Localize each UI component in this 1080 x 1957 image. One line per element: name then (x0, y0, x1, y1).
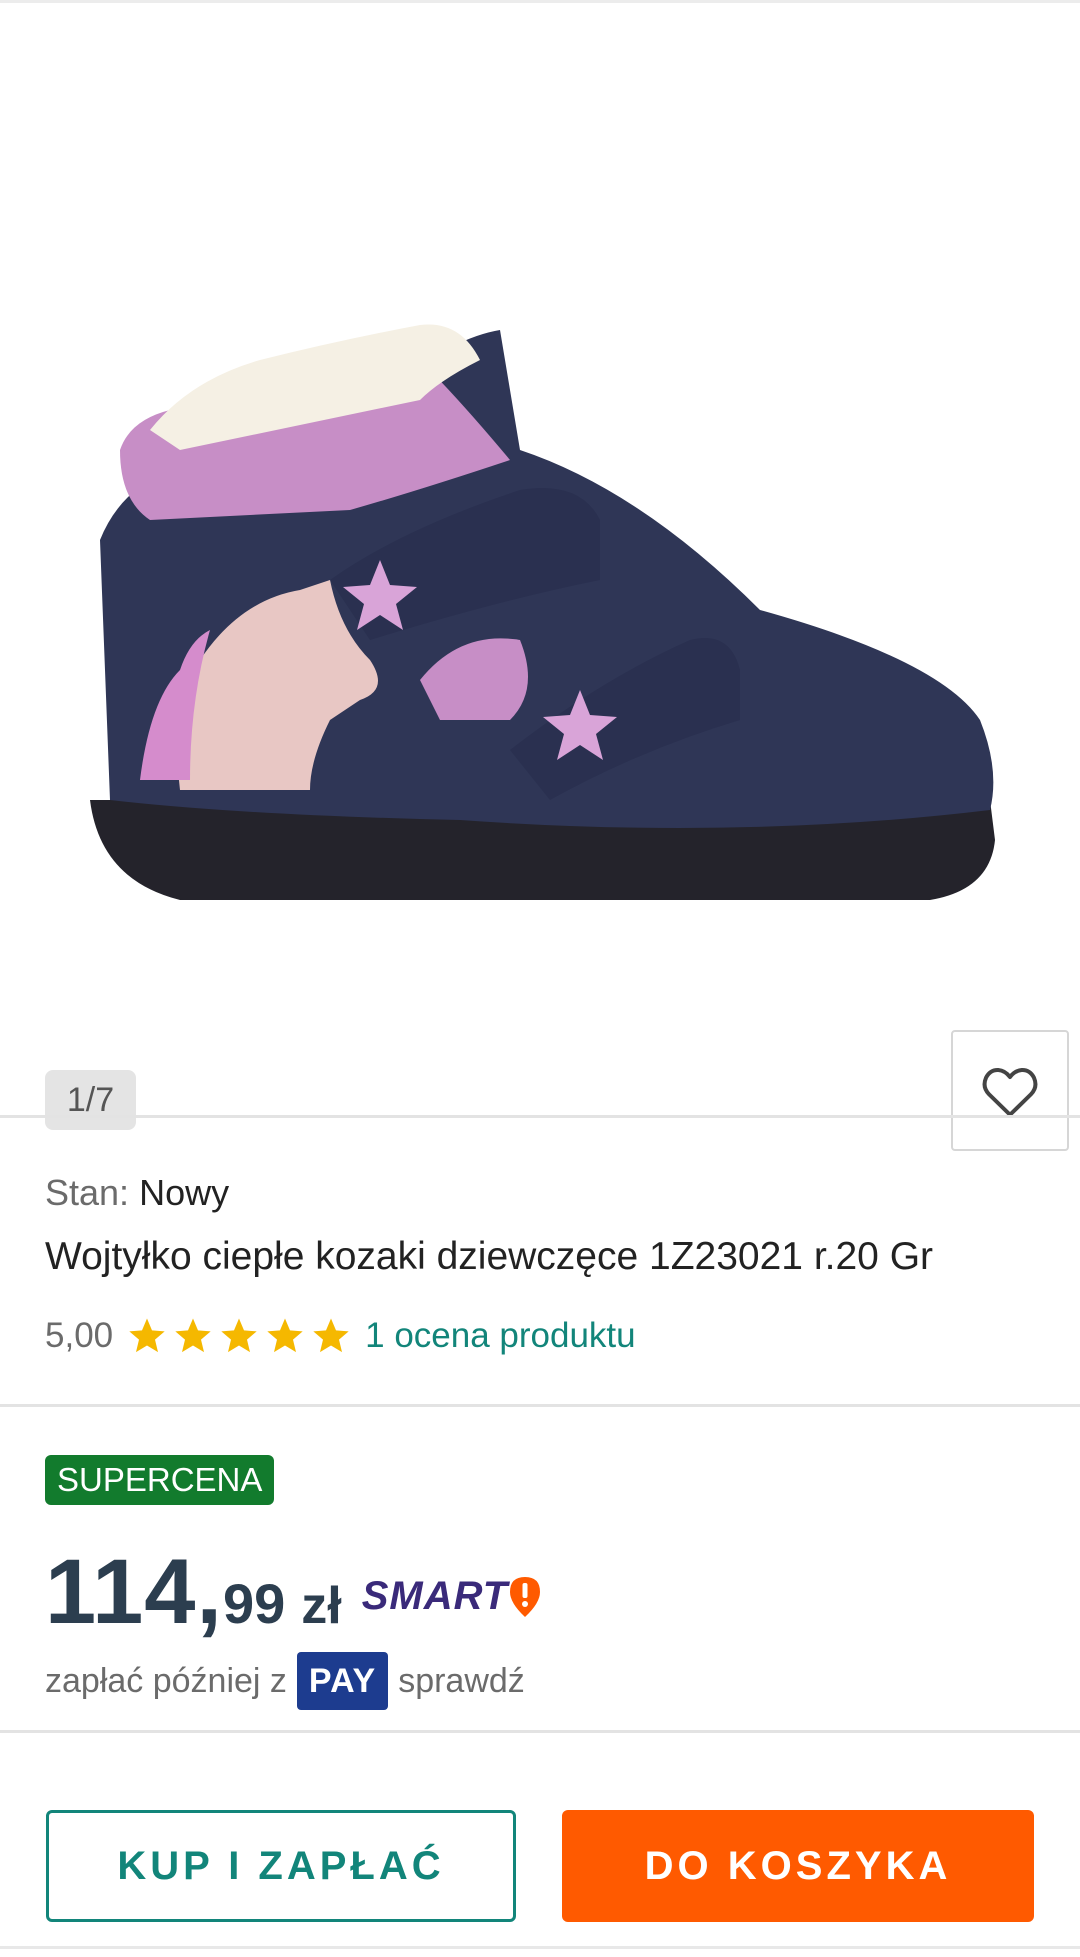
rating-stars (127, 1316, 351, 1356)
price-integer: 114, (45, 1541, 223, 1643)
smart-logo: SMART (362, 1574, 542, 1619)
divider (0, 1404, 1080, 1407)
product-image[interactable] (40, 160, 1040, 980)
divider (0, 1730, 1080, 1733)
image-counter: 1/7 (45, 1070, 136, 1130)
heart-icon (982, 1067, 1038, 1117)
smart-logo-text: SMART (361, 1574, 509, 1618)
pay-check-link[interactable]: sprawdź (398, 1662, 525, 1701)
buy-now-button[interactable]: KUP I ZAPŁAĆ (46, 1810, 516, 1922)
pay-later-row[interactable]: zapłać później z PAY sprawdź (45, 1652, 525, 1710)
divider (0, 1115, 1080, 1118)
price-row: 114, 99 zł SMART (45, 1540, 542, 1645)
condition-value: Nowy (139, 1172, 230, 1213)
price-fraction: 99 (222, 1572, 286, 1635)
rating-value: 5,00 (45, 1316, 114, 1355)
product-gallery[interactable]: 1/7 (0, 60, 1080, 1151)
rating-count-link[interactable]: 1 ocena produktu (365, 1316, 635, 1356)
star-icon (129, 1318, 165, 1353)
pay-later-text: zapłać później z (45, 1661, 287, 1700)
star-icon (267, 1318, 303, 1353)
star-icon (313, 1318, 349, 1353)
product-condition: Stan: Nowy (45, 1172, 229, 1214)
star-icon (221, 1318, 257, 1353)
top-divider (0, 0, 1080, 3)
favorite-button[interactable] (951, 1030, 1069, 1151)
supercena-badge: SUPERCENA (45, 1455, 275, 1505)
condition-label: Stan: (45, 1172, 130, 1213)
add-to-cart-button[interactable]: DO KOSZYKA (562, 1810, 1034, 1922)
action-bar: KUP I ZAPŁAĆ DO KOSZYKA (0, 1785, 1080, 1957)
allegro-pay-logo: PAY (296, 1652, 389, 1710)
price-currency: zł (301, 1577, 342, 1635)
product-title: Wojtyłko ciepłe kozaki dziewczęce 1Z2302… (45, 1235, 934, 1278)
smart-exclamation-icon (510, 1576, 541, 1617)
star-icon (175, 1318, 211, 1353)
bottom-divider (0, 1946, 1080, 1949)
rating-row: 5,00 1 ocena produktu (45, 1312, 636, 1360)
